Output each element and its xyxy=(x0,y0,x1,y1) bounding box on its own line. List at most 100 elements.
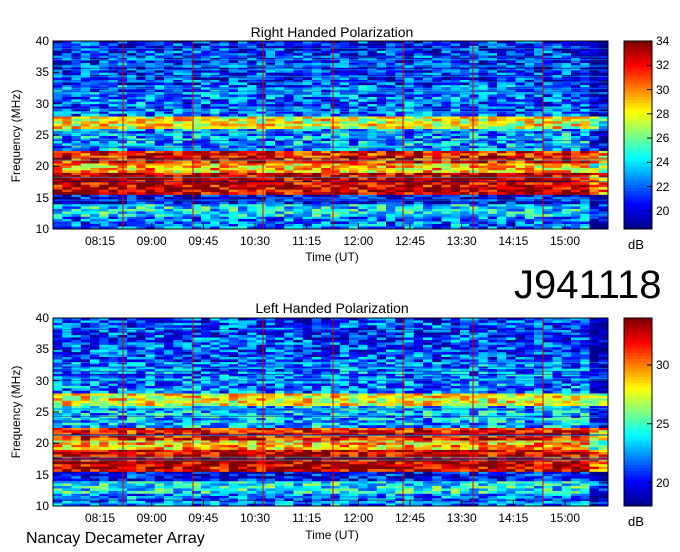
bottom-cell xyxy=(386,493,396,497)
top-cell xyxy=(376,70,387,73)
bottom-cell xyxy=(275,493,285,497)
top-cell xyxy=(265,140,276,144)
top-cell xyxy=(367,221,378,225)
top-cell xyxy=(182,126,193,130)
top-cell xyxy=(598,131,609,134)
top-cell xyxy=(136,203,146,207)
top-cell xyxy=(561,201,572,205)
top-cell xyxy=(543,187,553,190)
top-cell xyxy=(543,126,553,130)
top-cell xyxy=(201,187,211,190)
bottom-cell xyxy=(598,495,609,499)
top-cell xyxy=(293,165,304,169)
top-cell xyxy=(219,60,230,64)
top-cell xyxy=(404,192,415,195)
top-cell xyxy=(90,148,100,151)
top-cell xyxy=(53,184,63,188)
top-cell xyxy=(90,43,100,47)
top-cell xyxy=(561,60,572,64)
top-cell xyxy=(571,113,581,117)
top-cell xyxy=(99,170,109,173)
top-cell xyxy=(145,113,156,117)
top-cell xyxy=(275,72,285,76)
top-cell xyxy=(423,118,433,122)
top-cell xyxy=(404,189,415,193)
top-cell xyxy=(99,177,109,181)
top-cell xyxy=(349,203,359,207)
top-cell xyxy=(256,94,267,98)
top-cell xyxy=(561,208,572,212)
top-cell xyxy=(108,192,119,195)
top-cell xyxy=(580,223,590,227)
top-cell xyxy=(302,189,313,193)
top-cell xyxy=(571,170,581,173)
top-cell xyxy=(210,116,220,120)
top-cell xyxy=(62,133,72,137)
top-cell xyxy=(432,128,442,132)
top-cell xyxy=(99,211,109,215)
top-cell xyxy=(256,43,267,47)
top-cell xyxy=(450,206,461,210)
top-cell xyxy=(99,84,109,88)
top-cell xyxy=(441,196,452,200)
top-cell xyxy=(386,118,396,122)
top-cell xyxy=(589,223,600,227)
top-cell xyxy=(339,196,350,200)
top-cell xyxy=(524,203,535,207)
top-cell xyxy=(487,182,498,186)
top-cell xyxy=(450,133,461,137)
top-cell xyxy=(293,199,304,202)
top-cell xyxy=(460,206,470,210)
top-cell xyxy=(321,77,331,81)
top-cell xyxy=(339,70,350,73)
top-cell xyxy=(534,189,544,193)
top-cell xyxy=(534,133,544,137)
top-cell xyxy=(441,160,452,164)
top-cell xyxy=(561,211,572,215)
top-cell xyxy=(580,196,590,200)
top-cell xyxy=(552,143,563,147)
top-cell xyxy=(571,136,581,139)
top-cell xyxy=(293,223,304,227)
top-cell xyxy=(136,177,146,181)
top-cell xyxy=(386,187,396,190)
top-cell xyxy=(339,218,350,222)
top-cell xyxy=(376,184,387,188)
top-cell xyxy=(460,82,470,86)
top-cell xyxy=(561,172,572,176)
top-colorbar-swatch xyxy=(624,49,652,54)
top-cell xyxy=(478,150,489,154)
top-cell xyxy=(413,77,424,81)
top-cell xyxy=(62,143,72,147)
top-cell xyxy=(201,148,211,151)
top-cell xyxy=(265,133,276,137)
top-cell xyxy=(145,172,156,176)
top-cell xyxy=(247,216,257,220)
top-cell xyxy=(228,221,239,225)
top-cell xyxy=(256,206,267,210)
top-cell xyxy=(71,160,82,164)
top-cell xyxy=(90,121,100,125)
bottom-cell xyxy=(99,493,109,497)
top-cell xyxy=(228,128,239,132)
top-cell xyxy=(71,50,82,54)
top-cell xyxy=(145,60,156,64)
top-cell xyxy=(386,113,396,117)
top-cell xyxy=(460,143,470,147)
top-cell xyxy=(450,84,461,88)
top-cell xyxy=(441,170,452,173)
top-cell xyxy=(62,126,72,130)
top-cell xyxy=(589,199,600,202)
top-cell xyxy=(312,172,322,176)
top-cell xyxy=(284,99,294,103)
top-cell xyxy=(173,172,183,176)
top-cell xyxy=(302,216,313,220)
top-cell xyxy=(154,131,165,134)
top-cell xyxy=(62,60,72,64)
top-cell xyxy=(450,172,461,176)
top-cell xyxy=(164,133,174,137)
top-cell xyxy=(330,223,341,227)
top-cell xyxy=(136,150,146,154)
top-cell xyxy=(552,177,563,181)
top-cell xyxy=(62,211,72,215)
